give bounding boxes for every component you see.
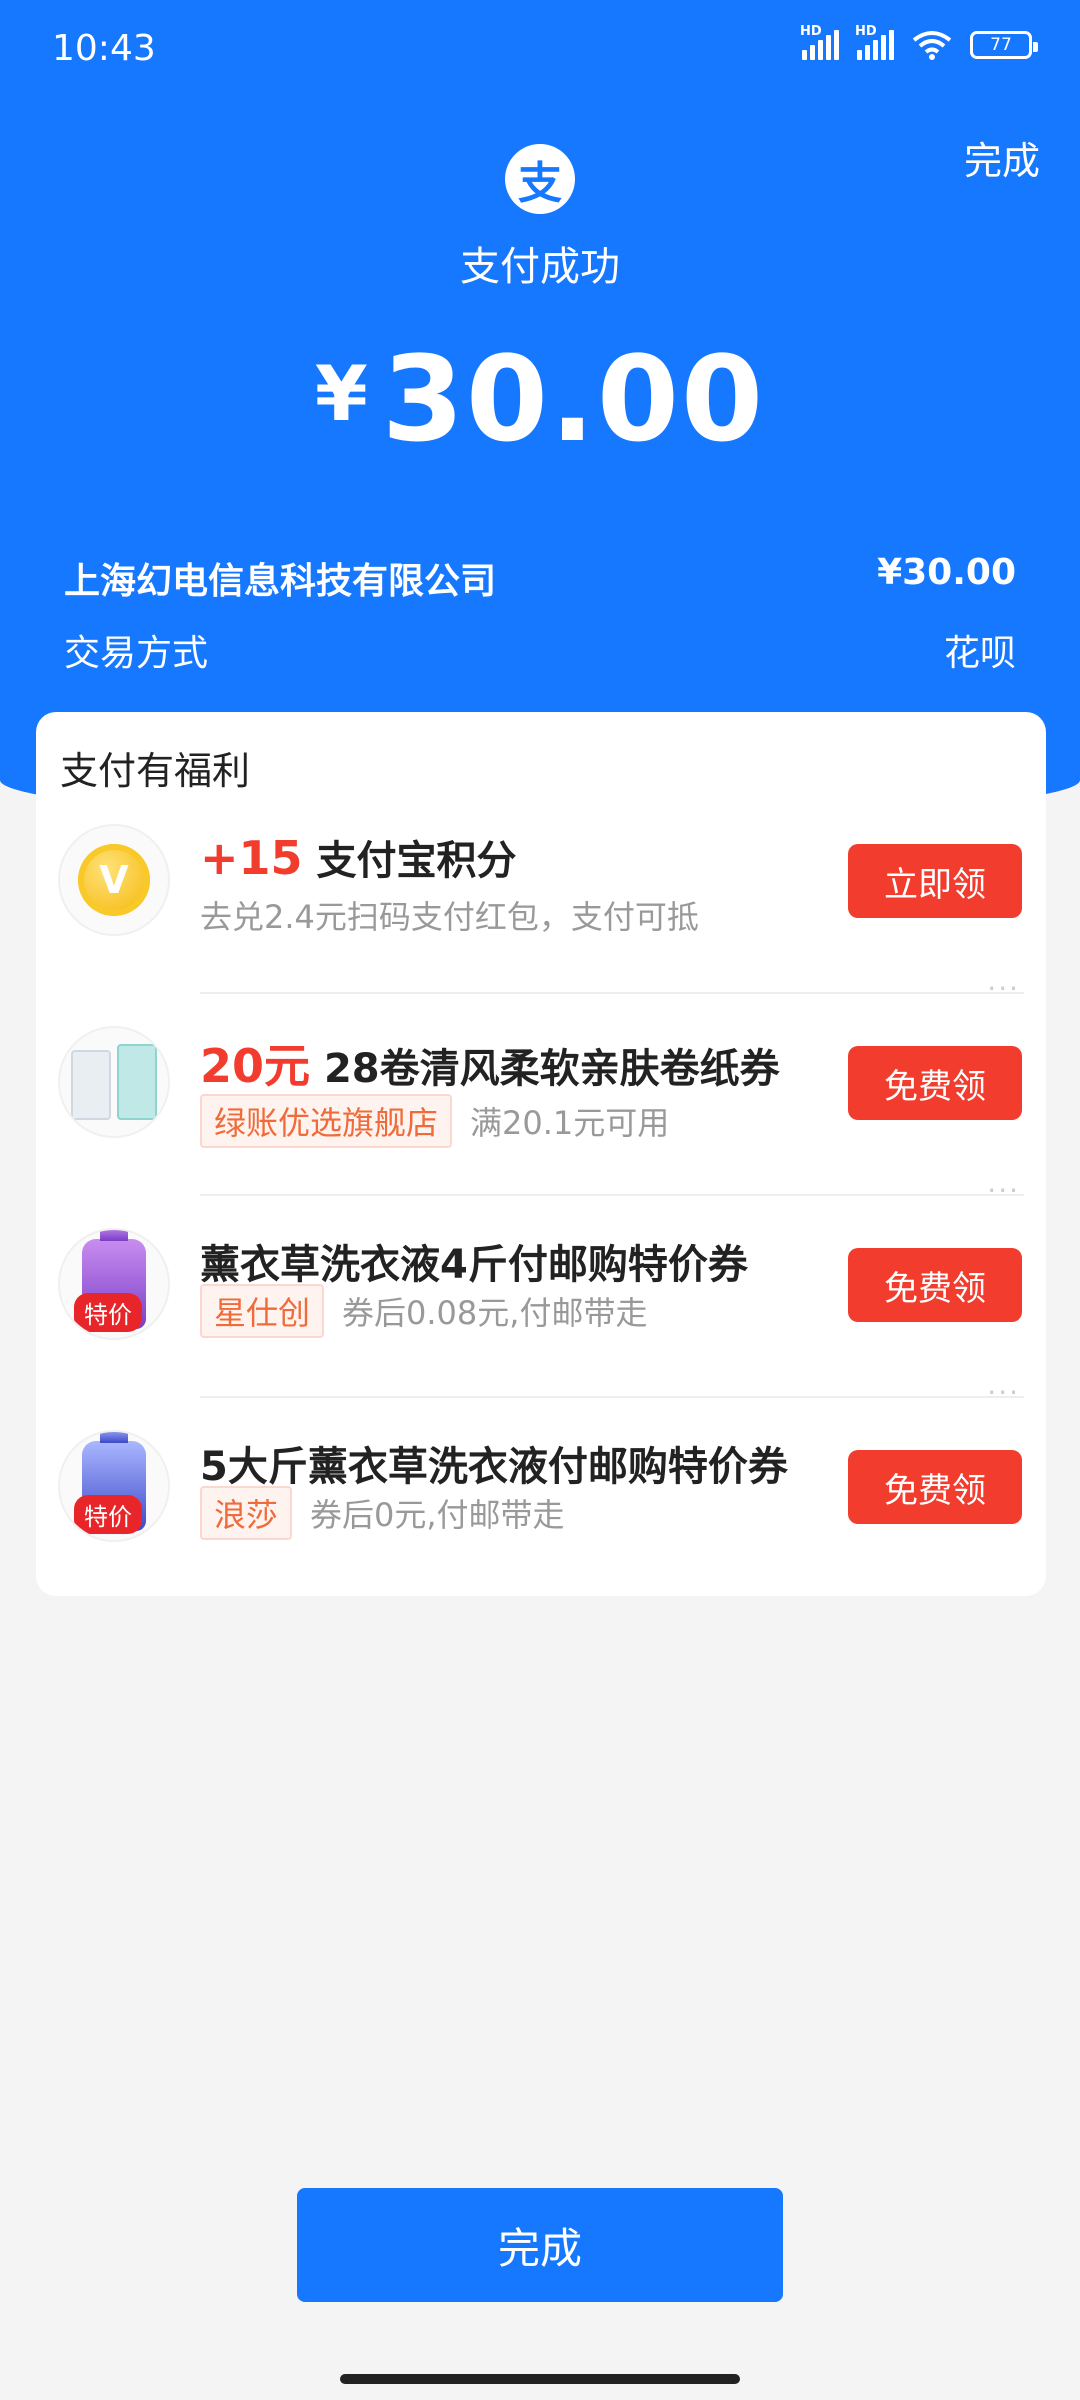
status-time: 10:43 [52,28,156,69]
merchant-row: 上海幻电信息科技有限公司 ¥30.00 [64,552,1016,604]
more-options-icon[interactable]: ··· [987,1376,1020,1409]
home-indicator[interactable] [340,2374,740,2384]
status-icons: HD HD 77 [800,24,1038,60]
payment-method-value: 花呗 [943,633,1016,674]
claim-free-button[interactable]: 免费领 [848,1248,1022,1322]
benefit-desc: 绿账优选旗舰店 满20.1元可用 [200,1094,669,1148]
payment-method-label: 交易方式 [64,633,209,674]
alipay-logo-icon: 支 [505,144,575,214]
payment-method-row: 交易方式 花呗 [64,624,1016,676]
tissue-product-icon [58,1026,170,1138]
claim-free-button[interactable]: 免费领 [848,1046,1022,1120]
benefit-item: ··· 20元 28卷清风柔软亲肤卷纸券 绿账优选旗舰店 满20.1元可用 免费… [36,972,1046,1196]
benefit-item: ··· 特价 5大斤薰衣草洗衣液付邮购特价券 浪莎 券后0元,付邮带走 免费领 [36,1376,1046,1600]
claim-button[interactable]: 立即领 [848,844,1022,918]
page-title: 支付成功 [460,244,620,290]
wifi-icon [912,31,952,60]
benefits-title: 支付有福利 [60,749,251,793]
done-button[interactable]: 完成 [297,2188,783,2302]
sale-badge: 特价 [74,1495,142,1534]
benefit-desc: 浪莎 券后0元,付邮带走 [200,1486,565,1540]
currency-symbol: ¥ [314,349,368,438]
store-tag: 绿账优选旗舰店 [200,1094,453,1148]
signal-icon: HD [855,24,894,60]
amount-value: 30.00 [381,330,766,468]
benefit-title: 薰衣草洗衣液4斤付邮购特价券 [200,1242,748,1288]
benefit-desc: 去兑2.4元扫码支付红包，支付可抵 [200,898,699,936]
benefit-desc: 星仕创 券后0.08元,付邮带走 [200,1284,647,1338]
store-tag: 星仕创 [200,1284,325,1338]
done-button-top[interactable]: 完成 [964,130,1040,185]
merchant-name: 上海幻电信息科技有限公司 [64,561,497,602]
benefits-card: 支付有福利 V +15 支付宝积分 去兑2.4元扫码支付红包，支付可抵 立即领 … [36,712,1046,1596]
sale-badge: 特价 [74,1293,142,1332]
detergent-bottle-icon: 特价 [58,1228,170,1340]
benefit-title: +15 支付宝积分 [200,831,517,885]
benefit-item: ··· 特价 薰衣草洗衣液4斤付邮购特价券 星仕创 券后0.08元,付邮带走 免… [36,1174,1046,1398]
signal-icon: HD [800,24,839,60]
points-coin-icon: V [58,824,170,936]
payment-success-page: 10:43 HD HD 77 完成 支 支付成功 ¥30.00 上海幻电信息科技… [0,0,1080,2400]
claim-free-button[interactable]: 免费领 [848,1450,1022,1524]
benefit-item: V +15 支付宝积分 去兑2.4元扫码支付红包，支付可抵 立即领 [36,792,1046,994]
merchant-amount: ¥30.00 [877,552,1016,593]
more-options-icon[interactable]: ··· [987,972,1020,1005]
benefit-title: 5大斤薰衣草洗衣液付邮购特价券 [200,1444,788,1490]
more-options-icon[interactable]: ··· [987,1174,1020,1207]
battery-icon: 77 [970,31,1038,59]
detergent-bottle-icon: 特价 [58,1430,170,1542]
payment-amount: ¥30.00 [0,330,1080,468]
benefit-title: 20元 28卷清风柔软亲肤卷纸券 [200,1039,780,1093]
store-tag: 浪莎 [200,1486,293,1540]
